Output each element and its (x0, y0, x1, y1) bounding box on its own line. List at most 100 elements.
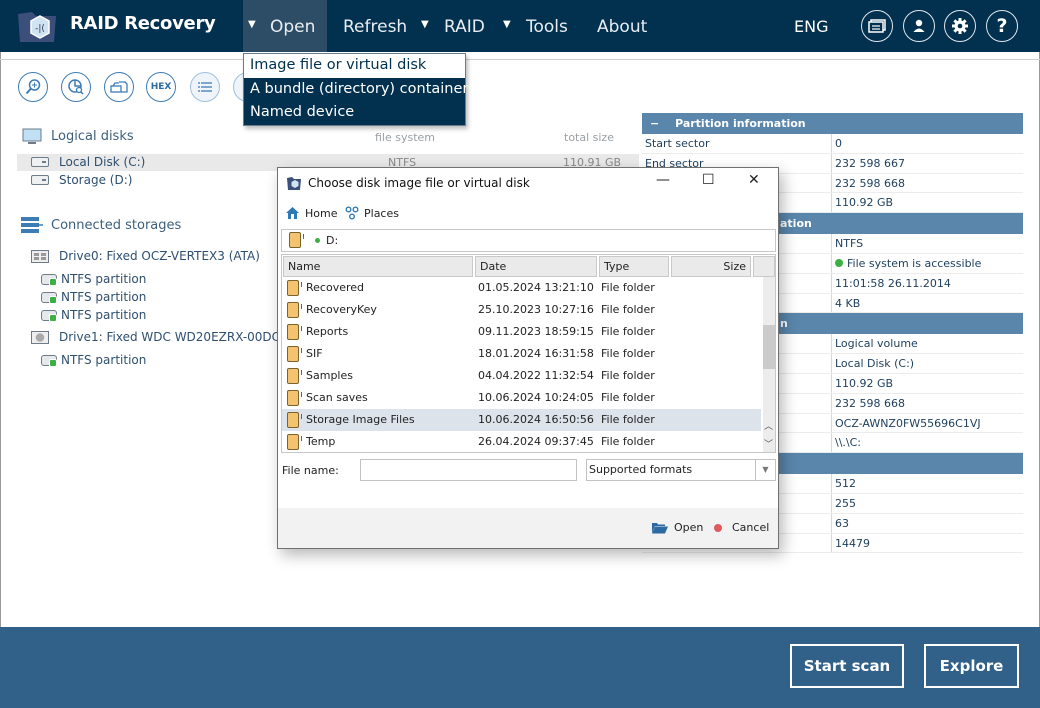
start-scan-button[interactable]: Start scan (790, 644, 904, 688)
storages-icon (21, 217, 43, 233)
menu-raid[interactable]: RAID (444, 0, 485, 52)
user-button[interactable] (903, 10, 935, 42)
cancel-button[interactable]: Cancel (714, 521, 769, 534)
column-date[interactable]: Date (475, 256, 597, 277)
disk-icon (31, 157, 49, 167)
file-row[interactable]: Reports 09.11.2023 18:59:15 File folder (282, 321, 761, 343)
file-name: Storage Image Files (306, 413, 415, 426)
storage-icon (110, 81, 128, 93)
places-icon (345, 206, 359, 220)
path-bar[interactable]: D: (281, 229, 776, 252)
status-text: File system is accessible (847, 256, 982, 270)
menu-item-named-device[interactable]: Named device (244, 101, 465, 125)
dropdown-arrow-icon: ▼ (755, 460, 775, 480)
folder-icon (287, 346, 302, 362)
file-row[interactable]: Temp 26.04.2024 09:37:45 File folder (282, 431, 761, 452)
menu-refresh[interactable]: Refresh (343, 0, 407, 52)
menu-about[interactable]: About (597, 0, 647, 52)
menu-raid-arrow-icon: ▼ (421, 19, 429, 30)
menu-tools[interactable]: Tools (526, 0, 568, 52)
cancel-label: Cancel (732, 521, 770, 534)
file-name-input[interactable] (360, 459, 577, 481)
file-row-selected[interactable]: Storage Image Files 10.06.2024 16:50:56 Fi… (282, 409, 761, 431)
info-value: 4 KB (835, 296, 861, 310)
partition-info-header[interactable]: − Partition information (642, 113, 1023, 134)
info-value: Local Disk (C:) (835, 357, 915, 371)
info-value: 0 (835, 137, 842, 150)
drive1-partition-1[interactable]: NTFS partition (61, 353, 146, 367)
file-type: File folder (601, 347, 655, 360)
menu-item-image-file[interactable]: Image file or virtual disk (244, 54, 465, 78)
drive0-partition-3[interactable]: NTFS partition (61, 308, 146, 322)
toolbar-storage-button[interactable] (104, 72, 134, 102)
toolbar-search-button[interactable] (18, 72, 48, 102)
file-name: RecoveryKey (306, 303, 377, 316)
language-selector[interactable]: ENG (794, 0, 828, 52)
info-value: 232 598 668 (835, 396, 905, 410)
toolbar-list-button[interactable] (190, 72, 220, 102)
folder-icon (287, 434, 302, 450)
scrollbar-thumb[interactable] (763, 325, 775, 369)
folder-icon (287, 324, 302, 340)
scroll-down-icon[interactable]: ﹀ (764, 437, 773, 450)
partition-icon (41, 355, 57, 367)
file-date: 10.06.2024 10:24:05 (478, 391, 594, 404)
toolbar-hex-button[interactable]: HEX (146, 72, 176, 102)
file-row[interactable]: RecoveryKey 25.10.2023 10:27:16 File folde… (282, 299, 761, 321)
scroll-up-icon[interactable]: ︿ (764, 419, 773, 432)
drive0-partition-1[interactable]: NTFS partition (61, 272, 146, 286)
info-value: 63 (835, 516, 849, 530)
info-value-status: File system is accessible (832, 254, 1023, 273)
file-row[interactable]: Samples 04.04.2022 11:32:54 File folder (282, 365, 761, 387)
column-size[interactable]: Size (671, 256, 751, 277)
app-logo-icon: -|( (18, 12, 56, 42)
close-button[interactable]: ✕ (748, 172, 760, 188)
file-row[interactable]: Recovered 01.05.2024 13:21:10 File folder (282, 277, 761, 299)
logical-disk-d[interactable]: Storage (D:) (59, 173, 132, 187)
drive1[interactable]: Drive1: Fixed WDC WD20EZRX-00DC0... (59, 330, 299, 344)
file-date: 25.10.2023 10:27:16 (478, 303, 594, 316)
help-button[interactable]: ? (986, 10, 1018, 42)
column-type[interactable]: Type (599, 256, 669, 277)
settings-button[interactable] (944, 10, 976, 42)
column-name[interactable]: Name (283, 256, 473, 277)
hdd-icon (31, 331, 49, 344)
info-key: Start sector (642, 134, 832, 153)
home-nav-button[interactable]: Home (285, 206, 337, 220)
drive0-partition-2[interactable]: NTFS partition (61, 290, 146, 304)
explore-button[interactable]: Explore (924, 644, 1019, 688)
column-total-size: total size (564, 131, 614, 144)
info-value: 232 598 668 (835, 176, 905, 190)
messages-button[interactable] (861, 10, 893, 42)
file-type: File folder (601, 369, 655, 382)
folder-icon (287, 368, 302, 384)
column-file-system: file system (375, 131, 436, 144)
svg-text:-|(: -|( (35, 24, 45, 34)
logical-disk-c[interactable]: Local Disk (C:) (59, 155, 145, 169)
file-row[interactable]: SIF 18.01.2024 16:31:58 File folder (282, 343, 761, 365)
folder-icon (289, 232, 304, 248)
partition-icon (41, 292, 57, 304)
open-button[interactable]: Open (652, 521, 703, 534)
cancel-dot-icon (714, 523, 722, 532)
file-date: 26.04.2024 09:37:45 (478, 435, 594, 448)
file-type: File folder (601, 391, 655, 404)
logical-disks-title: Logical disks (51, 129, 134, 144)
maximize-button[interactable]: ☐ (702, 172, 715, 188)
drive0[interactable]: Drive0: Fixed OCZ-VERTEX3 (ATA) (59, 249, 260, 263)
file-row[interactable]: Scan saves 10.06.2024 10:24:05 File folder (282, 387, 761, 409)
partition-icon (41, 274, 57, 286)
toolbar-partition-button[interactable] (61, 72, 91, 102)
home-icon (286, 207, 299, 219)
places-nav-button[interactable]: Places (345, 206, 399, 220)
minimize-button[interactable]: — (656, 172, 670, 188)
menu-open-arrow-icon: ▼ (248, 19, 256, 30)
drive-dot-icon (315, 238, 320, 243)
current-path: D: (326, 234, 339, 247)
info-value: \\.\C: (835, 436, 862, 450)
format-select[interactable]: Supported formats ▼ (586, 459, 776, 481)
menu-tools-arrow-icon: ▼ (503, 19, 511, 30)
file-list-scrollbar[interactable]: ︿ ﹀ (763, 277, 775, 452)
menu-item-bundle-container[interactable]: A bundle (directory) container (244, 78, 468, 102)
home-label: Home (305, 206, 338, 220)
